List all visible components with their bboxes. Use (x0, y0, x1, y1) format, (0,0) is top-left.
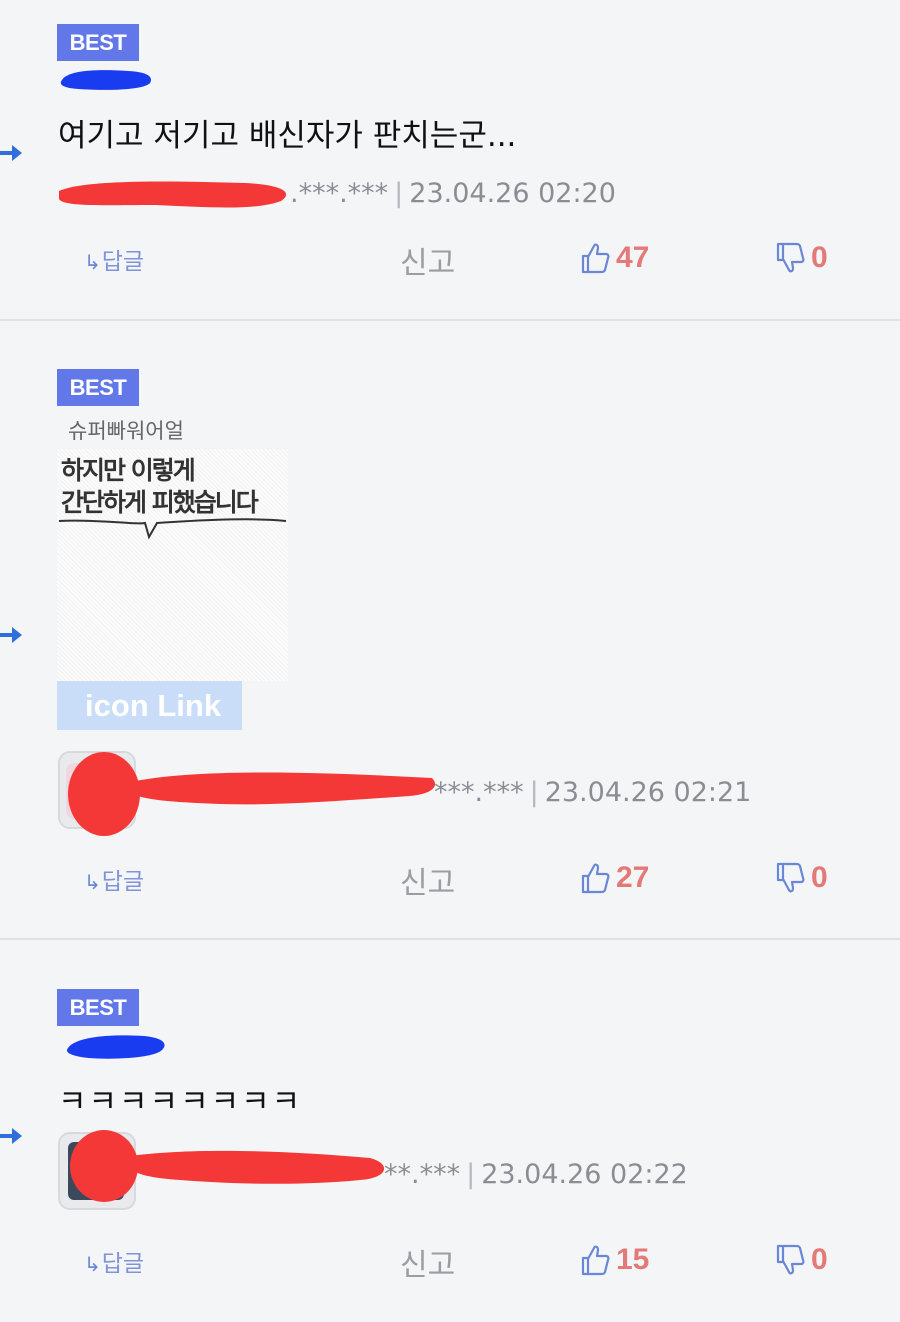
comment-image[interactable]: 하지만 이렇게 간단하게 피했습니다 (57, 449, 288, 681)
image-caption-line-1: 하지만 이렇게 (61, 456, 196, 485)
reply-label: 답글 (101, 1251, 145, 1277)
dislike-count: 0 (811, 241, 828, 274)
reply-indicator-arrow-icon (0, 1128, 22, 1144)
like-count: 47 (616, 241, 650, 274)
comment-1: BEST 여기고 저기고 배신자가 판치는군... .***.*** | 23.04… (0, 0, 900, 320)
dislike-button[interactable]: 0 (775, 1240, 828, 1280)
report-button[interactable]: 신고 (400, 858, 455, 902)
author-redaction (68, 752, 436, 836)
thumbs-down-icon (776, 862, 805, 893)
nickname-redaction (66, 1035, 165, 1059)
icon-link-button[interactable]: icon Link (57, 681, 242, 730)
best-badge: BEST (57, 24, 139, 61)
timestamp: 23.04.26 02:21 (544, 777, 752, 808)
author-redaction (59, 181, 287, 208)
like-button[interactable]: 15 (580, 1240, 649, 1280)
like-button[interactable]: 27 (580, 858, 649, 898)
reply-label: 답글 (101, 869, 145, 895)
reply-arrow-icon: ↳ (84, 870, 101, 894)
comment-body: 여기고 저기고 배신자가 판치는군... (58, 118, 517, 154)
thumbs-up-icon (581, 1245, 610, 1276)
ip-address: **.*** (384, 1159, 461, 1190)
comment-meta: ***.*** | 23.04.26 02:21 (434, 777, 751, 808)
thumbs-down-icon (776, 1244, 805, 1275)
like-count: 27 (616, 861, 650, 894)
timestamp: 23.04.26 02:20 (409, 178, 616, 209)
comment-actions: ↳답글 신고 15 0 (0, 1240, 900, 1283)
thumbs-down-icon (776, 242, 805, 273)
report-button[interactable]: 신고 (400, 1240, 455, 1284)
nickname-redaction (60, 70, 152, 90)
comment-meta: **.*** | 23.04.26 02:22 (384, 1159, 688, 1190)
reply-button[interactable]: ↳답글 (84, 862, 144, 896)
ip-address: .***.*** (290, 178, 389, 209)
ip-address: ***.*** (434, 777, 524, 808)
comment-actions: ↳답글 신고 27 0 (0, 858, 900, 901)
meta-separator: | (529, 777, 539, 808)
nickname: 슈퍼빠워어얼 (68, 419, 184, 443)
comment-meta: .***.*** | 23.04.26 02:20 (290, 178, 616, 209)
report-button[interactable]: 신고 (400, 238, 455, 282)
reply-arrow-icon: ↳ (84, 250, 101, 274)
reply-button[interactable]: ↳답글 (84, 242, 144, 276)
best-badge: BEST (57, 369, 139, 406)
thumbs-up-icon (581, 243, 610, 274)
timestamp: 23.04.26 02:22 (481, 1159, 688, 1190)
meta-separator: | (394, 178, 404, 209)
reply-indicator-arrow-icon (0, 627, 22, 643)
reply-indicator-arrow-icon (0, 145, 22, 161)
reply-label: 답글 (101, 249, 145, 275)
comment-3: BEST ㅋㅋㅋㅋㅋㅋㅋㅋ **.*** | 23.04.26 02:22 ↳답글 … (0, 940, 900, 1322)
comment-actions: ↳답글 신고 47 0 (0, 238, 900, 281)
dislike-button[interactable]: 0 (775, 238, 828, 278)
comment-2: BEST 슈퍼빠워어얼 하지만 이렇게 간단하게 피했습니다 icon Link… (0, 321, 900, 939)
dislike-count: 0 (811, 1243, 828, 1276)
thumbs-up-icon (581, 863, 610, 894)
dislike-button[interactable]: 0 (775, 858, 828, 898)
author-redaction (70, 1130, 385, 1202)
speech-bubble-tail (58, 518, 287, 540)
comment-body: ㅋㅋㅋㅋㅋㅋㅋㅋ (58, 1084, 303, 1120)
like-button[interactable]: 47 (580, 238, 649, 278)
dislike-count: 0 (811, 861, 828, 894)
meta-separator: | (466, 1159, 476, 1190)
like-count: 15 (616, 1243, 650, 1276)
best-badge: BEST (57, 989, 139, 1026)
reply-arrow-icon: ↳ (84, 1252, 101, 1276)
reply-button[interactable]: ↳답글 (84, 1244, 144, 1278)
